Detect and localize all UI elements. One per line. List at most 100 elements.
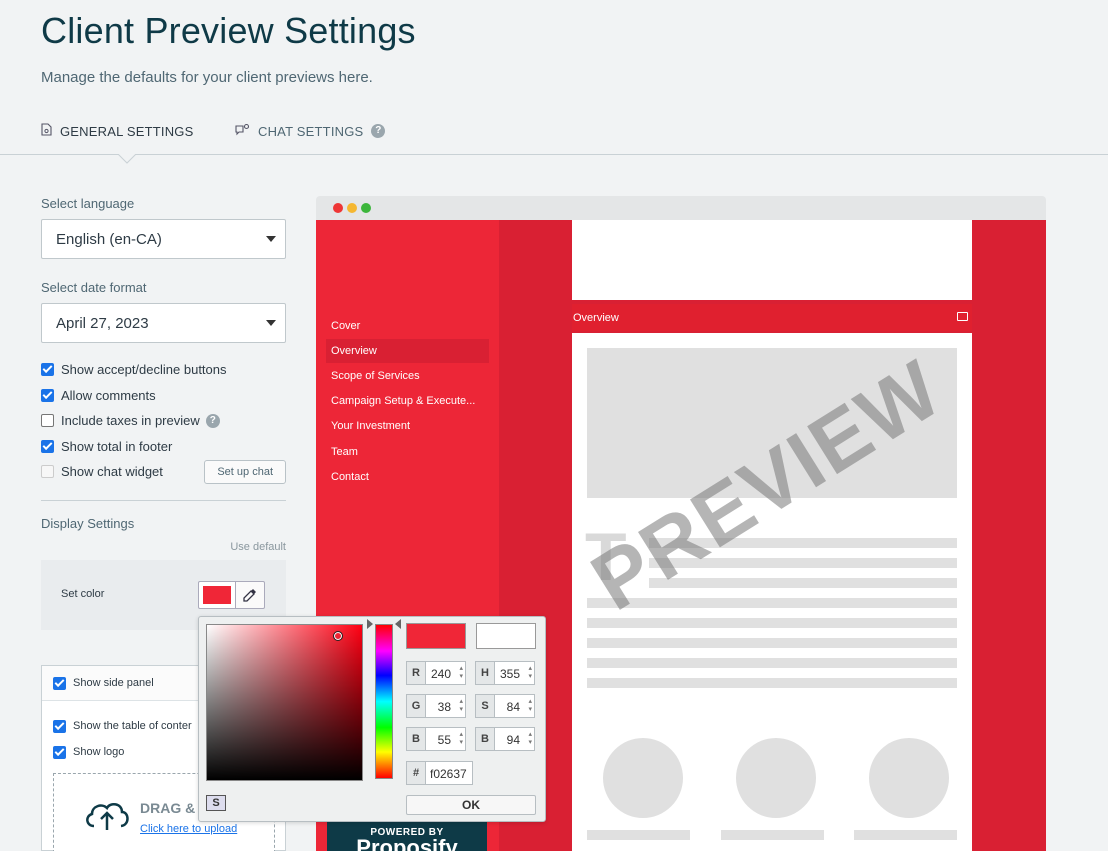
- page-subtitle: Manage the defaults for your client prev…: [41, 69, 373, 86]
- tab-chat-settings[interactable]: CHAT SETTINGS ?: [235, 123, 386, 139]
- blue-field[interactable]: B 55: [406, 727, 466, 751]
- doc-section-title: Overview: [573, 311, 619, 324]
- language-label: Select language: [41, 196, 135, 211]
- cloud-upload-icon: [86, 803, 129, 830]
- green-field[interactable]: G 38: [406, 694, 466, 718]
- settings-tabs: GENERAL SETTINGS CHAT SETTINGS ?: [0, 112, 1108, 155]
- proposify-logo: Proposify: [356, 835, 458, 851]
- hue-slider[interactable]: [375, 624, 393, 779]
- hex-value[interactable]: f02637: [426, 761, 473, 785]
- show-toc-label: Show the table of conter: [73, 720, 192, 732]
- checkbox[interactable]: [41, 363, 54, 377]
- new-color-preview: [406, 623, 466, 649]
- checkbox[interactable]: [53, 745, 66, 759]
- help-icon[interactable]: ?: [205, 413, 220, 428]
- red-key: R: [406, 661, 426, 685]
- hue-arrow-left-icon: [367, 619, 373, 629]
- check-show-total[interactable]: Show total in footer: [41, 434, 286, 460]
- avatar-placeholder: [736, 738, 816, 818]
- check-accept-decline[interactable]: Show accept/decline buttons: [41, 357, 286, 383]
- upload-link[interactable]: Click here to upload: [140, 823, 237, 835]
- set-color-label: Set color: [61, 587, 105, 600]
- close-dot-icon: [333, 203, 343, 213]
- date-format-label: Select date format: [41, 280, 147, 295]
- preview-nav-item-active[interactable]: Overview: [326, 339, 489, 363]
- brightness-value[interactable]: 94: [495, 727, 535, 751]
- checkbox[interactable]: [41, 388, 54, 402]
- text-line-placeholder: [721, 830, 824, 840]
- hue-field[interactable]: H 355: [475, 661, 535, 685]
- checkbox[interactable]: [53, 676, 66, 690]
- eyedropper-button[interactable]: [235, 580, 265, 609]
- red-field[interactable]: R 240: [406, 661, 466, 685]
- green-key: G: [406, 694, 426, 718]
- avatar-placeholder: [869, 738, 949, 818]
- date-format-select[interactable]: April 27, 2023: [41, 303, 286, 343]
- saturation-value-area[interactable]: [206, 624, 363, 781]
- tab-general-settings[interactable]: GENERAL SETTINGS: [41, 123, 193, 139]
- text-line-placeholder: [587, 830, 690, 840]
- check-allow-comments[interactable]: Allow comments: [41, 383, 286, 409]
- show-side-panel-label: Show side panel: [73, 677, 154, 689]
- previous-color-preview[interactable]: [476, 623, 536, 649]
- check-label: Show accept/decline buttons: [61, 362, 227, 378]
- hex-field[interactable]: # f02637: [406, 761, 473, 785]
- check-include-taxes[interactable]: Include taxes in preview ?: [41, 408, 286, 434]
- preview-nav-item[interactable]: Team: [326, 440, 489, 464]
- minimize-dot-icon: [347, 203, 357, 213]
- help-icon[interactable]: ?: [371, 124, 386, 138]
- caret-down-icon: [266, 236, 276, 242]
- divider: [41, 499, 286, 501]
- preview-nav-item[interactable]: Scope of Services: [326, 364, 489, 388]
- doc-header-area: [572, 220, 972, 300]
- checkbox[interactable]: [41, 414, 54, 428]
- text-line-placeholder: [587, 678, 957, 688]
- show-logo-label: Show logo: [73, 746, 125, 758]
- preview-nav-item[interactable]: Campaign Setup & Execute...: [326, 389, 489, 413]
- preview-nav-item[interactable]: Your Investment: [326, 414, 489, 438]
- doc-section-bar: Overview: [572, 304, 972, 331]
- active-tab-pointer: [118, 154, 136, 164]
- language-value: English (en-CA): [56, 231, 162, 248]
- eyedropper-icon: [243, 588, 256, 602]
- color-cursor[interactable]: [333, 631, 343, 641]
- browser-bar: [316, 196, 1046, 220]
- use-default-link[interactable]: Use default: [41, 541, 286, 553]
- check-label: Allow comments: [61, 387, 156, 403]
- checkbox[interactable]: [53, 719, 66, 733]
- check-label: Show chat widget: [61, 464, 163, 480]
- maximize-dot-icon: [361, 203, 371, 213]
- powered-by-badge: POWERED BY Proposify: [327, 822, 487, 851]
- tab-chat-label: CHAT SETTINGS: [258, 123, 364, 139]
- tab-general-label: GENERAL SETTINGS: [60, 123, 194, 139]
- preview-nav-item[interactable]: Contact: [326, 465, 489, 489]
- ok-button[interactable]: OK: [406, 795, 536, 815]
- comment-icon[interactable]: [957, 312, 968, 321]
- caret-down-icon: [266, 320, 276, 326]
- date-format-value: April 27, 2023: [56, 315, 149, 332]
- checkbox: [41, 465, 54, 479]
- red-value[interactable]: 240: [426, 661, 466, 685]
- hue-value[interactable]: 355: [495, 661, 535, 685]
- saturation-value[interactable]: 84: [495, 694, 535, 718]
- swatches-toggle-button[interactable]: S: [206, 795, 226, 811]
- blue-key: B: [406, 727, 426, 751]
- saturation-field[interactable]: S 84: [475, 694, 535, 718]
- check-show-chat-widget: Show chat widget Set up chat: [41, 459, 286, 485]
- display-settings-title: Display Settings: [41, 515, 135, 531]
- text-line-placeholder: [587, 658, 957, 668]
- hue-arrow-right-icon: [395, 619, 401, 629]
- blue-value[interactable]: 55: [426, 727, 466, 751]
- green-value[interactable]: 38: [426, 694, 466, 718]
- brightness-field[interactable]: B 94: [475, 727, 535, 751]
- color-swatch[interactable]: [198, 580, 236, 609]
- general-settings-panel: Select language English (en-CA) Select d…: [41, 196, 286, 630]
- color-picker-popup: R 240 G 38 B 55 H 355 S 84 B 94 # f02637…: [198, 616, 546, 822]
- set-up-chat-button[interactable]: Set up chat: [204, 459, 286, 484]
- preview-nav-item[interactable]: Cover: [326, 314, 489, 338]
- text-line-placeholder: [587, 638, 957, 648]
- language-select[interactable]: English (en-CA): [41, 219, 286, 259]
- drag-drop-text: DRAG &: [140, 800, 196, 816]
- text-line-placeholder: [854, 830, 957, 840]
- checkbox[interactable]: [41, 439, 54, 453]
